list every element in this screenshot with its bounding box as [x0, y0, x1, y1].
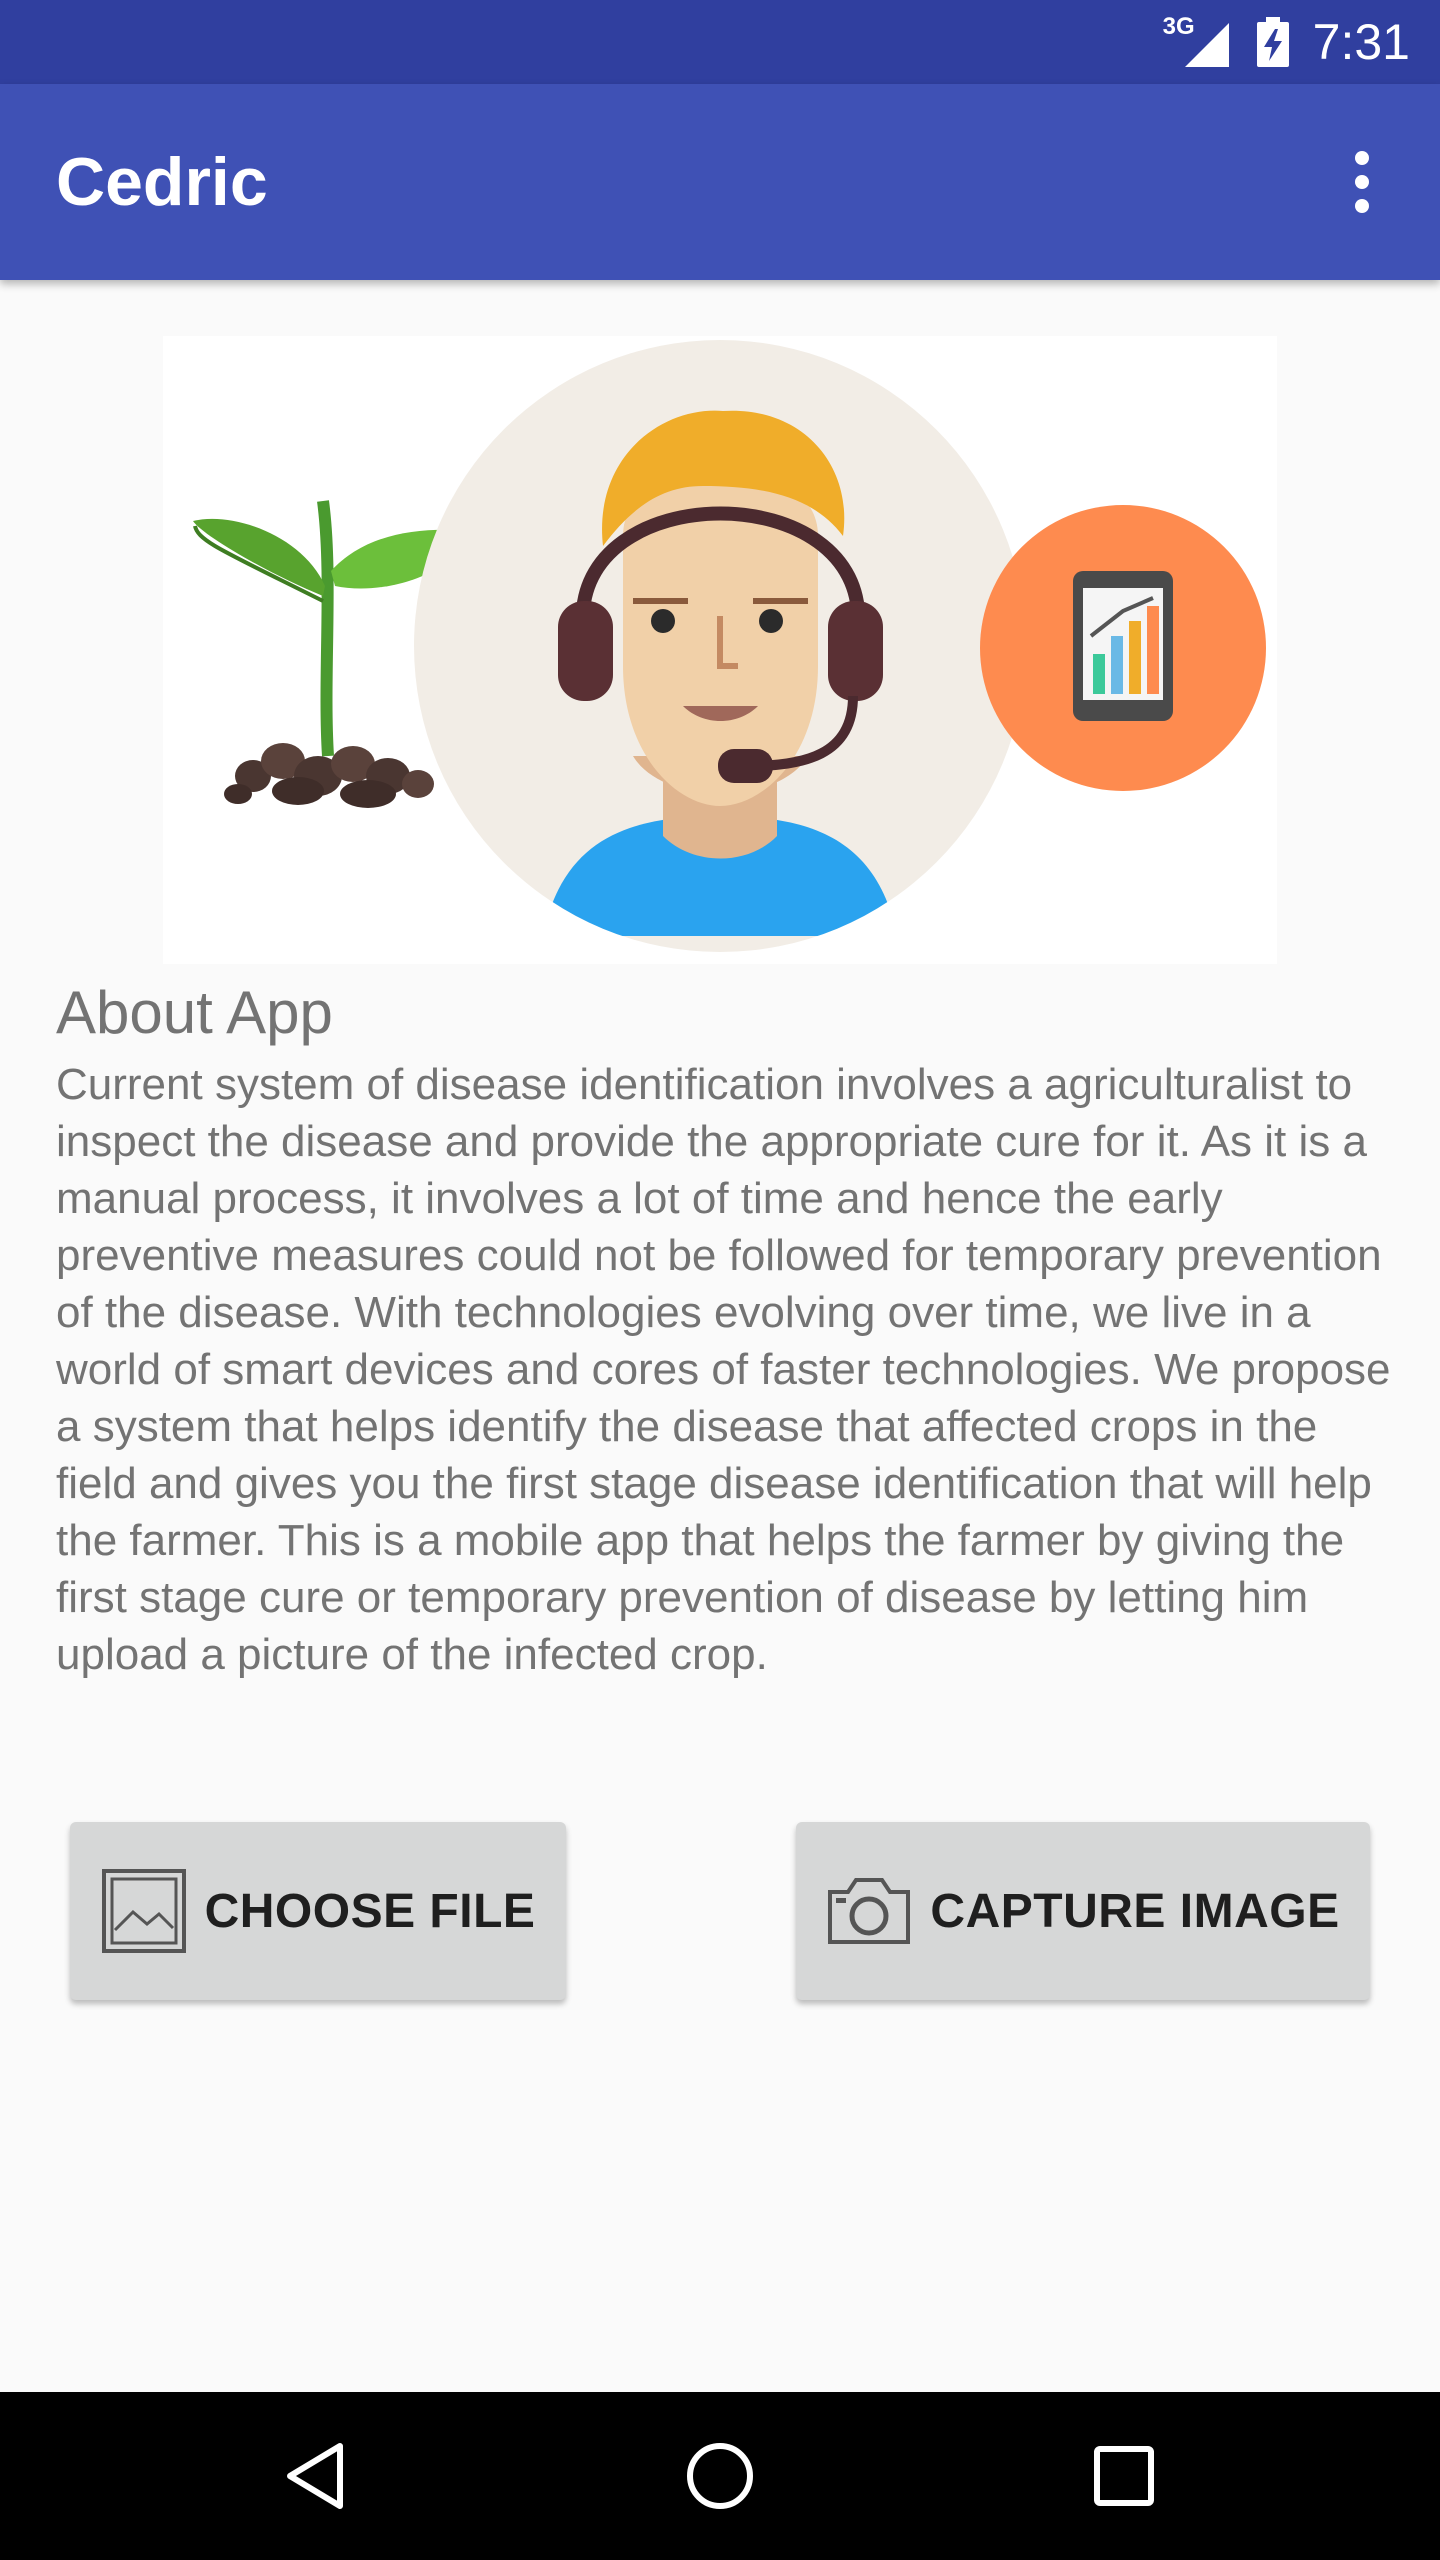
camera-icon: [828, 1878, 911, 1944]
navigation-bar: [0, 2392, 1440, 2560]
back-triangle-icon: [287, 2443, 343, 2509]
app-title: Cedric: [56, 144, 268, 220]
status-icons: 3G 7:31: [1163, 0, 1410, 84]
battery-charging-icon: [1255, 15, 1291, 69]
network-signal-icon: 3G: [1163, 13, 1233, 69]
choose-file-label: CHOOSE FILE: [204, 1884, 536, 1938]
status-bar: 3G 7:31: [0, 0, 1440, 84]
capture-image-button[interactable]: CAPTURE IMAGE: [796, 1822, 1370, 2000]
hero-illustration: [163, 336, 1277, 964]
home-circle-icon: [687, 2443, 753, 2509]
capture-image-label: CAPTURE IMAGE: [930, 1884, 1340, 1938]
more-vert-icon: [1355, 151, 1369, 213]
home-button[interactable]: [670, 2426, 770, 2526]
app-bar: Cedric: [0, 84, 1440, 280]
mobile-analytics-icon: [980, 505, 1266, 791]
back-button[interactable]: [266, 2426, 366, 2526]
about-description: Current system of disease identification…: [56, 1060, 1391, 1679]
choose-file-button[interactable]: CHOOSE FILE: [70, 1822, 566, 2000]
overflow-menu-button[interactable]: [1324, 144, 1400, 220]
recents-square-icon: [1094, 2446, 1154, 2506]
image-icon: [101, 1869, 186, 1953]
recents-button[interactable]: [1074, 2426, 1174, 2526]
network-type: 3G: [1162, 13, 1195, 40]
about-title: About App: [56, 979, 333, 1046]
support-agent-icon: [414, 340, 1026, 952]
status-time: 7:31: [1312, 14, 1410, 70]
